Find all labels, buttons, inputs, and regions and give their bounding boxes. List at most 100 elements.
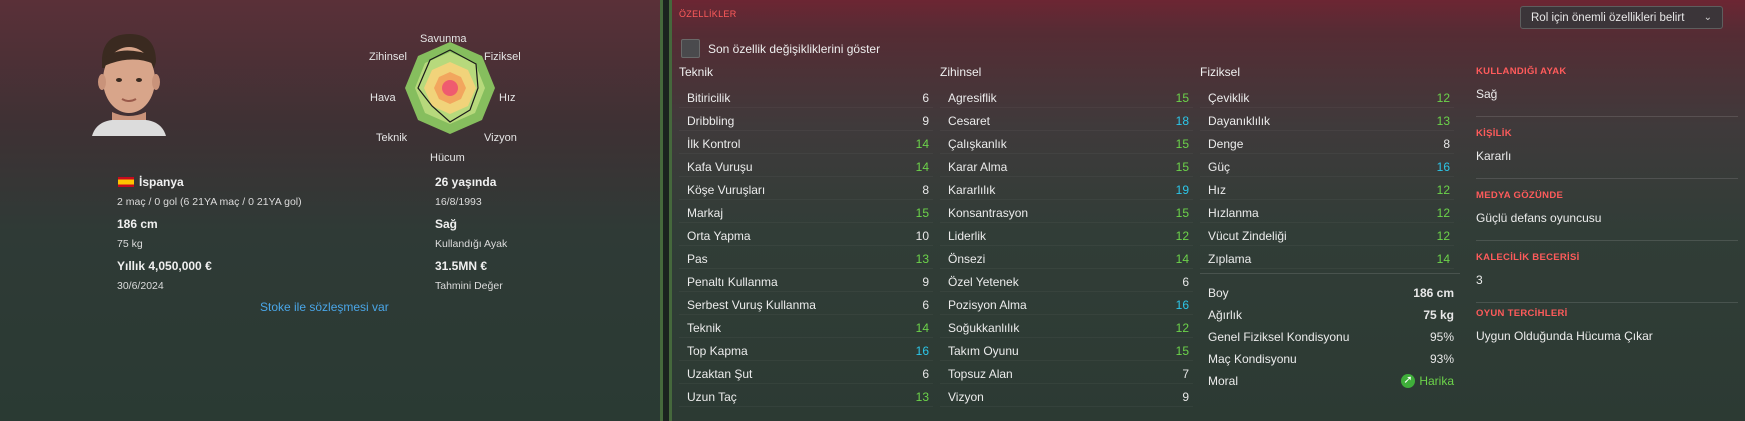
attribute-row[interactable]: Pozisyon Alma 16	[940, 295, 1193, 315]
attribute-row[interactable]: Takım Oyunu 15	[940, 341, 1193, 361]
attribute-name: Önsezi	[948, 252, 986, 266]
show-changes-label[interactable]: Son özellik değişikliklerini göster	[708, 42, 880, 56]
attribute-value: 16	[1175, 298, 1189, 312]
attribute-name: Denge	[1208, 137, 1244, 151]
attribute-row[interactable]: Orta Yapma 10	[679, 226, 933, 246]
height-value: 186 cm	[117, 217, 158, 231]
attribute-row[interactable]: Dayanıklılık 13	[1200, 111, 1454, 131]
attribute-value: 12	[1436, 206, 1450, 220]
physical-stat-value: 95%	[1429, 330, 1454, 344]
side-divider	[1476, 302, 1738, 303]
attribute-name: Konsantrasyon	[948, 206, 1029, 220]
attribute-name: İlk Kontrol	[687, 137, 741, 151]
show-changes-checkbox[interactable]	[681, 39, 700, 58]
morale-value: Harika	[1401, 373, 1454, 388]
attribute-row[interactable]: Dribbling 9	[679, 111, 933, 131]
attribute-row[interactable]: Pas 13	[679, 249, 933, 269]
goalkeeping-block: KALECİLİK BECERİSİ 3	[1476, 252, 1738, 287]
contract-club-link[interactable]: Stoke ile sözleşmesi var	[260, 300, 389, 314]
attribute-row[interactable]: Top Kapma 16	[679, 341, 933, 361]
attributes-section-title: ÖZELLİKLER	[679, 9, 737, 19]
attribute-value: 13	[1436, 114, 1450, 128]
attribute-row[interactable]: Önsezi 14	[940, 249, 1193, 269]
attribute-row[interactable]: Köşe Vuruşları 8	[679, 180, 933, 200]
attribute-row[interactable]: Penaltı Kullanma 9	[679, 272, 933, 292]
attribute-row[interactable]: Hız 12	[1200, 180, 1454, 200]
international-caps: 2 maç / 0 gol (6 21YA maç / 0 21YA gol)	[117, 196, 302, 208]
role-highlight-dropdown[interactable]: Rol için önemli özellikleri belirt ⌄	[1520, 6, 1723, 29]
attribute-row[interactable]: Teknik 14	[679, 318, 933, 338]
attribute-name: Karar Alma	[948, 160, 1008, 174]
attribute-value: 8	[922, 183, 929, 197]
player-portrait	[92, 34, 166, 136]
personality-block: KİŞİLİK Kararlı	[1476, 128, 1738, 163]
physical-stat-row: Maç Kondisyonu 93%	[1208, 349, 1454, 369]
attribute-row[interactable]: Soğukkanlılık 12	[940, 318, 1193, 338]
preferred-foot-title: KULLANDIĞI AYAK	[1476, 66, 1567, 77]
media-value: Güçlü defans oyuncusu	[1476, 211, 1602, 225]
attribute-row[interactable]: Hızlanma 12	[1200, 203, 1454, 223]
attribute-row[interactable]: Denge 8	[1200, 134, 1454, 154]
attribute-name: Markaj	[687, 206, 724, 220]
attribute-row[interactable]: Cesaret 18	[940, 111, 1193, 131]
attribute-name: Dayanıklılık	[1208, 114, 1271, 128]
attribute-row[interactable]: Karar Alma 15	[940, 157, 1193, 177]
attribute-name: Kafa Vuruşu	[687, 160, 753, 174]
preferred-foot-block: KULLANDIĞI AYAK Sağ	[1476, 66, 1738, 101]
morale-value-text: Harika	[1419, 374, 1454, 388]
attribute-value: 9	[1182, 390, 1189, 404]
nationality[interactable]: İspanya	[139, 175, 184, 189]
attribute-row[interactable]: Topsuz Alan 7	[940, 364, 1193, 384]
spain-flag-icon	[118, 177, 134, 187]
radar-label-aerial: Hava	[370, 92, 396, 104]
physical-stat-value: 186 cm	[1413, 286, 1454, 300]
wage-value: Yıllık 4,050,000 €	[117, 259, 212, 273]
radar-label-speed: Hız	[499, 92, 516, 104]
attribute-value: 8	[1443, 137, 1450, 151]
attribute-row[interactable]: Kararlılık 19	[940, 180, 1193, 200]
attribute-value: 16	[915, 344, 929, 358]
attribute-row[interactable]: Serbest Vuruş Kullanma 6	[679, 295, 933, 315]
attribute-row[interactable]: Kafa Vuruşu 14	[679, 157, 933, 177]
attribute-name: Hız	[1208, 183, 1226, 197]
attribute-name: Cesaret	[948, 114, 991, 128]
morale-up-icon	[1401, 373, 1416, 388]
preferred-foot-value: Sağ	[435, 217, 458, 231]
attribute-value: 9	[922, 114, 929, 128]
attribute-row[interactable]: Markaj 15	[679, 203, 933, 223]
attribute-row[interactable]: Çeviklik 12	[1200, 88, 1454, 108]
personality-title: KİŞİLİK	[1476, 128, 1512, 139]
attribute-row[interactable]: Liderlik 12	[940, 226, 1193, 246]
attribute-name: Penaltı Kullanma	[687, 275, 778, 289]
attribute-row[interactable]: Uzun Taç 13	[679, 387, 933, 407]
preferred-foot-side-value: Sağ	[1476, 87, 1498, 101]
attribute-row[interactable]: Çalışkanlık 15	[940, 134, 1193, 154]
attribute-row[interactable]: Agresiflik 15	[940, 88, 1193, 108]
attribute-value: 13	[915, 390, 929, 404]
attribute-name: Uzaktan Şut	[687, 367, 753, 381]
attribute-row[interactable]: Zıplama 14	[1200, 249, 1454, 269]
attribute-value: 9	[922, 275, 929, 289]
preferred-moves-block: OYUN TERCİHLERİ Uygun Olduğunda Hücuma Ç…	[1476, 308, 1738, 343]
attribute-name: Vizyon	[948, 390, 984, 404]
attribute-value: 6	[1182, 275, 1189, 289]
attribute-row[interactable]: Vizyon 9	[940, 387, 1193, 407]
role-highlight-dropdown-label: Rol için önemli özellikleri belirt	[1531, 12, 1685, 24]
radar-label-defending: Savunma	[420, 33, 467, 45]
side-divider	[1476, 240, 1738, 241]
attribute-row[interactable]: Bitiricilik 6	[679, 88, 933, 108]
attribute-value: 14	[915, 321, 929, 335]
goalkeeping-value: 3	[1476, 273, 1483, 287]
weight-value: 75 kg	[117, 238, 143, 250]
attribute-name: Kararlılık	[948, 183, 996, 197]
attribute-row[interactable]: Özel Yetenek 6	[940, 272, 1193, 292]
attribute-row[interactable]: İlk Kontrol 14	[679, 134, 933, 154]
attribute-value: 6	[922, 298, 929, 312]
attribute-row[interactable]: Konsantrasyon 15	[940, 203, 1193, 223]
attribute-row[interactable]: Vücut Zindeliği 12	[1200, 226, 1454, 246]
attribute-row[interactable]: Uzaktan Şut 6	[679, 364, 933, 384]
attribute-row[interactable]: Güç 16	[1200, 157, 1454, 177]
attribute-value: 7	[1182, 367, 1189, 381]
attribute-value: 12	[1436, 91, 1450, 105]
attribute-value: 15	[1175, 160, 1189, 174]
